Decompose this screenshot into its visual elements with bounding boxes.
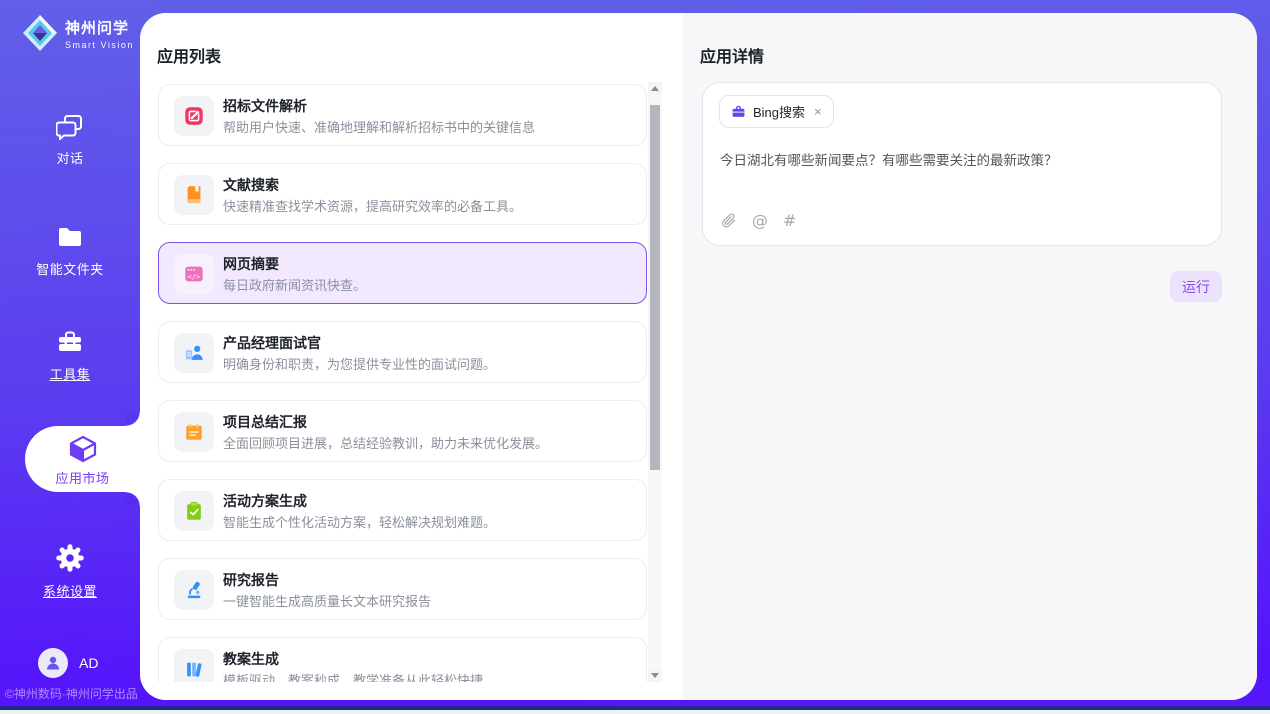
arrow-up-icon xyxy=(651,86,659,91)
scrollbar-thumb[interactable] xyxy=(650,105,660,470)
sidebar-item-label: 应用市场 xyxy=(55,471,109,486)
app-icon-box xyxy=(174,412,214,452)
app-detail-pane: 应用详情 Bing搜索 × 今日湖北有哪些新闻要点？有哪些需要关注的最新政策？ … xyxy=(683,13,1257,700)
scroll-down-button[interactable] xyxy=(648,669,662,682)
input-toolbar: @ # xyxy=(720,211,796,230)
copyright-text: ©神州数码·神州问学出品 xyxy=(5,685,138,702)
run-button[interactable]: 运行 xyxy=(1170,271,1222,302)
web-code-icon: </> xyxy=(183,263,205,285)
app-card-desc: 模板驱动，教案秒成，教学准备从此轻松快捷 xyxy=(223,670,633,682)
user-account[interactable]: AD xyxy=(38,648,98,678)
sidebar-item-chat[interactable]: 对话 xyxy=(0,112,140,168)
active-tab-notch-top xyxy=(126,412,140,426)
book-icon xyxy=(183,184,205,206)
note-icon xyxy=(183,421,205,443)
brand-logo: 神州问学 Smart Vision xyxy=(20,12,134,54)
user-name: AD xyxy=(79,655,98,671)
query-text[interactable]: 今日湖北有哪些新闻要点？有哪些需要关注的最新政策？ xyxy=(720,151,1206,170)
person-icon xyxy=(44,654,62,672)
app-icon-box xyxy=(174,333,214,373)
sidebar: 神州问学 Smart Vision 对话 智能文件夹 工具集 xyxy=(0,0,140,714)
app-card-research-report[interactable]: 研究报告 一键智能生成高质量长文本研究报告 xyxy=(158,558,647,620)
app-card-desc: 帮助用户快速、准确地理解和解析招标书中的关键信息 xyxy=(223,117,633,136)
desktop-edge xyxy=(0,710,1270,714)
microscope-icon xyxy=(183,579,205,601)
books-icon xyxy=(183,658,205,680)
clipboard-check-icon xyxy=(183,500,205,522)
chat-icon xyxy=(56,112,84,140)
paperclip-icon[interactable] xyxy=(720,212,737,229)
app-card-pm-interviewer[interactable]: 产品经理面试官 明确身份和职责，为您提供专业性的面试问题。 xyxy=(158,321,647,383)
app-detail-title: 应用详情 xyxy=(700,43,764,67)
app-card-desc: 全面回顾项目进展，总结经验教训，助力未来优化发展。 xyxy=(223,433,633,452)
arrow-down-icon xyxy=(651,673,659,678)
avatar xyxy=(38,648,68,678)
app-card-desc: 明确身份和职责，为您提供专业性的面试问题。 xyxy=(223,354,633,373)
gear-icon xyxy=(55,543,85,573)
prompt-input-card[interactable]: Bing搜索 × 今日湖北有哪些新闻要点？有哪些需要关注的最新政策？ @ # xyxy=(702,82,1222,246)
app-card-desc: 快速精准查找学术资源，提高研究效率的必备工具。 xyxy=(223,196,633,215)
folder-icon xyxy=(56,223,84,251)
app-icon-box xyxy=(174,175,214,215)
app-icon-box xyxy=(174,570,214,610)
sidebar-item-settings[interactable]: 系统设置 xyxy=(0,543,140,601)
svg-text:</>: </> xyxy=(188,273,200,281)
app-card-title: 产品经理面试官 xyxy=(223,333,321,353)
app-card-bid-analysis[interactable]: 招标文件解析 帮助用户快速、准确地理解和解析招标书中的关键信息 xyxy=(158,84,647,146)
app-card-lesson-plan[interactable]: 教案生成 模板驱动，教案秒成，教学准备从此轻松快捷 xyxy=(158,637,647,682)
diamond-logo-icon xyxy=(20,12,60,54)
toolbox-icon xyxy=(56,328,84,356)
interviewer-icon xyxy=(183,342,205,364)
cube-icon xyxy=(68,434,98,464)
edit-document-icon xyxy=(183,105,205,127)
main-panel: 应用列表 招标文件解析 帮助用户快速、准确地理解和解析招标书中的关键信息 xyxy=(140,13,1257,700)
app-card-title: 项目总结汇报 xyxy=(223,412,307,432)
briefcase-icon xyxy=(731,104,746,119)
app-icon-box xyxy=(174,96,214,136)
at-icon[interactable]: @ xyxy=(752,211,768,230)
app-card-list: 招标文件解析 帮助用户快速、准确地理解和解析招标书中的关键信息 文献搜索 快速精… xyxy=(158,84,647,682)
app-card-project-summary[interactable]: 项目总结汇报 全面回顾项目进展，总结经验教训，助力未来优化发展。 xyxy=(158,400,647,462)
app-card-title: 网页摘要 xyxy=(223,254,279,274)
sidebar-item-label: 工具集 xyxy=(50,367,91,382)
app-card-title: 研究报告 xyxy=(223,570,279,590)
app-card-web-summary[interactable]: </> 网页摘要 每日政府新闻资讯快查。 xyxy=(158,242,647,304)
sidebar-item-app-market[interactable]: 应用市场 xyxy=(25,428,140,488)
app-card-literature-search[interactable]: 文献搜索 快速精准查找学术资源，提高研究效率的必备工具。 xyxy=(158,163,647,225)
brand-name: 神州问学 xyxy=(65,17,134,38)
sidebar-item-toolset[interactable]: 工具集 xyxy=(0,328,140,384)
app-card-desc: 每日政府新闻资讯快查。 xyxy=(223,275,633,294)
sidebar-item-smart-folder[interactable]: 智能文件夹 xyxy=(0,223,140,279)
app-card-event-plan[interactable]: 活动方案生成 智能生成个性化活动方案，轻松解决规划难题。 xyxy=(158,479,647,541)
app-card-title: 活动方案生成 xyxy=(223,491,307,511)
app-card-desc: 一键智能生成高质量长文本研究报告 xyxy=(223,591,633,610)
app-icon-box: </> xyxy=(174,254,214,294)
app-card-title: 招标文件解析 xyxy=(223,96,307,116)
app-card-title: 文献搜索 xyxy=(223,175,279,195)
hash-icon[interactable]: # xyxy=(783,211,796,230)
app-list-pane: 应用列表 招标文件解析 帮助用户快速、准确地理解和解析招标书中的关键信息 xyxy=(140,13,683,700)
app-list-title: 应用列表 xyxy=(157,43,221,67)
app-icon-box xyxy=(174,491,214,531)
scroll-up-button[interactable] xyxy=(648,82,662,95)
sidebar-item-label: 智能文件夹 xyxy=(36,262,104,277)
scrollbar[interactable] xyxy=(648,82,662,682)
sidebar-item-label: 系统设置 xyxy=(43,584,97,599)
sidebar-item-label: 对话 xyxy=(56,151,83,166)
app-card-title: 教案生成 xyxy=(223,649,279,669)
tool-tag-bing-search[interactable]: Bing搜索 × xyxy=(719,95,834,128)
brand-subtitle: Smart Vision xyxy=(65,40,134,50)
active-tab-notch-bottom xyxy=(126,492,140,506)
app-icon-box xyxy=(174,649,214,682)
tag-close-icon[interactable]: × xyxy=(814,104,822,119)
app-card-desc: 智能生成个性化活动方案，轻松解决规划难题。 xyxy=(223,512,633,531)
tool-tag-label: Bing搜索 xyxy=(753,102,805,121)
